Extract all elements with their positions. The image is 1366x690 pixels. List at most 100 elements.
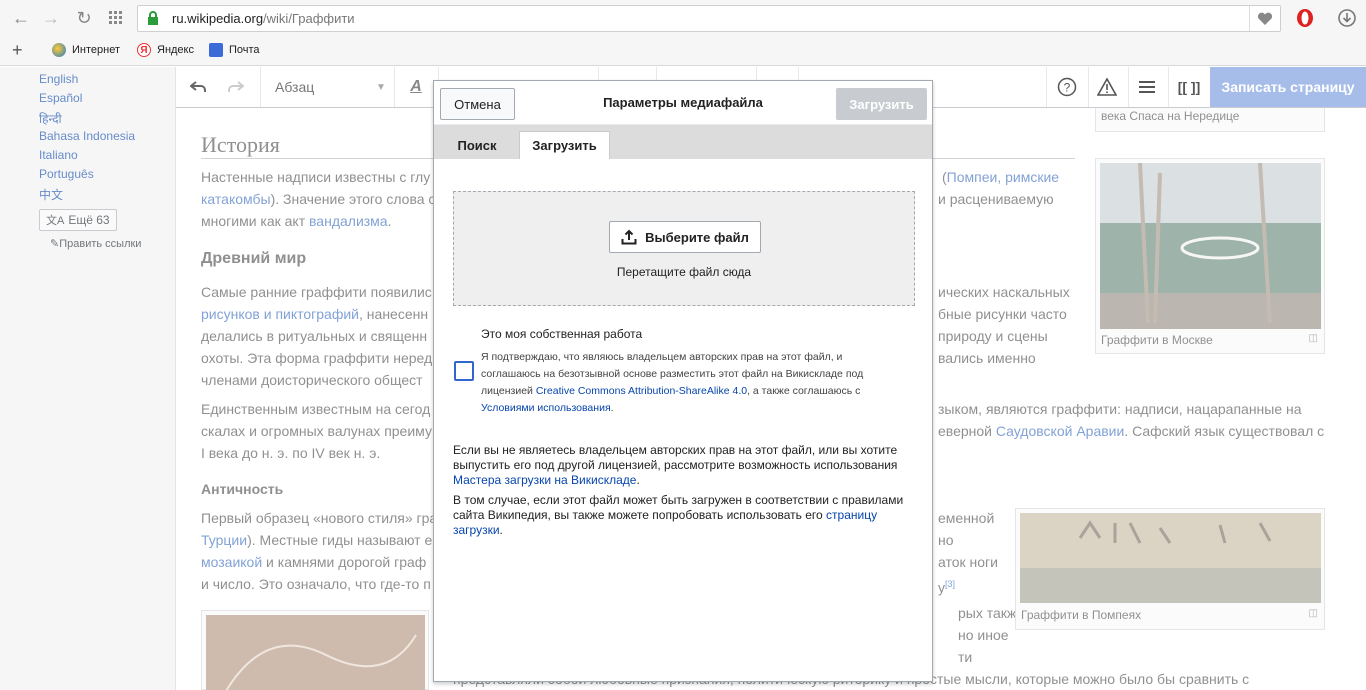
menu-icon[interactable] <box>1134 67 1160 107</box>
paragraph-line: (Помпеи, римские <box>942 169 1060 185</box>
paragraph-line: рисунков и пиктографий, нанесенн <box>201 306 429 322</box>
add-bookmark-icon[interactable]: + <box>12 40 23 61</box>
thumbnail-nereditsa: века Спаса на Нередице <box>1095 108 1325 132</box>
paragraph-line: катакомбы). Значение этого слова с <box>201 191 436 207</box>
pencil-icon: ✎ <box>50 238 60 250</box>
tab-search[interactable]: Поиск <box>444 131 510 159</box>
paragraph-line: и расцениваемую <box>938 191 1054 207</box>
warning-icon[interactable] <box>1094 67 1120 107</box>
drop-hint: Перетащите файл сюда <box>616 265 752 279</box>
paragraph-line: членами доисторического общест <box>201 372 423 388</box>
chevron-down-icon: ▼ <box>376 81 386 93</box>
terms-link[interactable]: Условиями использования <box>481 402 611 414</box>
paragraph-line: аток ноги <box>938 554 998 570</box>
paragraph-line: I века до н. э. по IV век н. э. <box>201 445 381 461</box>
bookmark-mail[interactable]: Почта <box>209 43 260 57</box>
more-languages-button[interactable]: 文A Ещё 63 <box>39 209 117 231</box>
help-icon[interactable]: ? <box>1054 67 1080 107</box>
tab-upload[interactable]: Загрузить <box>519 131 610 159</box>
paragraph-line: Самые ранние граффити появилис <box>201 284 432 300</box>
cancel-button[interactable]: Отмена <box>440 88 515 120</box>
download-icon[interactable] <box>1337 8 1357 28</box>
lang-link[interactable]: हिन्दी <box>39 110 62 127</box>
lang-link[interactable]: Bahasa Indonesia <box>39 129 135 143</box>
edit-links[interactable]: ✎Править ссылки <box>50 237 141 250</box>
section-heading: Античность <box>201 481 284 497</box>
globe-icon <box>52 43 66 57</box>
paragraph-line: Единственным известным на сегод <box>201 401 431 417</box>
license-link[interactable]: Creative Commons Attribution-ShareAlike … <box>536 385 747 397</box>
translate-icon: 文A <box>46 215 65 227</box>
info-paragraph: В том случае, если этот файл может быть … <box>453 493 904 537</box>
paragraph-line: бные рисунки часто <box>938 306 1067 322</box>
enlarge-icon[interactable]: ◫ <box>1309 333 1318 344</box>
save-page-button[interactable]: Записать страницу <box>1210 67 1366 107</box>
paragraph-line: ти <box>958 649 973 665</box>
paragraph-line: многими как акт вандализма. <box>201 213 392 229</box>
paragraph-line: Первый образец «нового стиля» гра <box>201 510 438 526</box>
enlarge-icon[interactable]: ◫ <box>1309 608 1318 619</box>
yandex-icon: Я <box>137 43 151 57</box>
apps-grid-icon[interactable] <box>104 6 128 30</box>
thumbnail-moscow[interactable]: Граффити в Москве ◫ <box>1095 158 1325 354</box>
file-dropzone[interactable]: Выберите файл Перетащите файл сюда <box>453 191 915 306</box>
paragraph-line: у[3] <box>938 579 956 596</box>
lang-link[interactable]: Português <box>39 167 94 181</box>
browser-address-row: ← → ↻ ru.wikipedia.org/wiki/Граффити <box>0 0 1366 36</box>
lang-link[interactable]: Español <box>39 91 82 105</box>
paragraph-format-dropdown[interactable]: Абзац <box>275 79 314 95</box>
graffiti-pompeii-image <box>1020 513 1321 603</box>
graffiti-moscow-image <box>1100 163 1321 329</box>
paragraph-line: но иное <box>958 627 1009 643</box>
bookmark-internet[interactable]: Интернет <box>52 43 120 57</box>
paragraph-line: еверной Саудовской Аравии. Сафский язык … <box>938 423 1325 439</box>
media-settings-dialog: Параметры медиафайла Отмена Загрузить По… <box>433 80 933 682</box>
bookmark-heart-icon[interactable] <box>1249 6 1280 31</box>
upload-wizard-link[interactable]: Мастера загрузки на Викискладе <box>453 473 636 487</box>
undo-icon[interactable] <box>184 67 212 107</box>
paragraph-line: природу и сцены <box>938 328 1048 344</box>
bookmark-yandex[interactable]: Я Яндекс <box>137 43 194 57</box>
paragraph-line: мозаикой и камнями дорогой граф <box>201 554 427 570</box>
wikitext-switch-icon[interactable]: [[ ]] <box>1174 67 1204 107</box>
address-bar[interactable]: ru.wikipedia.org/wiki/Граффити <box>137 5 1281 32</box>
upload-button[interactable]: Загрузить <box>836 88 927 120</box>
own-work-checkbox[interactable] <box>454 361 474 381</box>
paragraph-line: охоты. Эта форма граффити неред <box>201 350 433 366</box>
paragraph-line: Турции). Местные гиды называют е <box>201 532 433 548</box>
dialog-tabs: Поиск Загрузить <box>434 125 932 159</box>
thumbnail-bottom[interactable] <box>201 610 429 690</box>
mail-icon <box>209 43 223 57</box>
url-text: ru.wikipedia.org/wiki/Граффити <box>172 11 355 26</box>
reload-icon[interactable]: ↻ <box>72 6 96 30</box>
text-style-icon[interactable]: A <box>404 67 428 107</box>
back-icon[interactable]: ← <box>9 6 33 30</box>
sidebar: English Español हिन्दी Bahasa Indonesia … <box>0 67 176 690</box>
thumbnail-pompeii[interactable]: Граффити в Помпеях ◫ <box>1015 508 1325 630</box>
paragraph-line: еменной <box>938 510 995 526</box>
paragraph-line: делались в ритуальных и священн <box>201 328 428 344</box>
forward-icon[interactable]: → <box>39 6 63 30</box>
section-heading: Древний мир <box>201 250 307 267</box>
graffiti-image <box>206 615 425 690</box>
redo-icon[interactable] <box>222 67 250 107</box>
paragraph-line: скалах и огромных валунах преиму <box>201 423 432 439</box>
section-heading: История <box>201 132 280 157</box>
opera-icon[interactable] <box>1295 8 1315 28</box>
paragraph-line: Настенные надписи известны с глу <box>201 169 431 185</box>
paragraph-line: но <box>938 532 954 548</box>
lang-link[interactable]: English <box>39 72 78 86</box>
paragraph-line: ических наскальных <box>938 284 1070 300</box>
lock-icon <box>148 11 158 25</box>
lang-link[interactable]: 中文 <box>39 186 63 203</box>
info-paragraph: Если вы не являетесь владельцем авторски… <box>453 443 898 487</box>
paragraph-line: и число. Это означало, что где-то п <box>201 576 431 592</box>
lang-link[interactable]: Italiano <box>39 148 78 162</box>
bookmarks-bar: + Интернет Я Яндекс Почта <box>0 36 1366 66</box>
upload-icon <box>621 229 637 245</box>
own-work-label: Это моя собственная работа <box>481 327 643 341</box>
consent-text: Я подтверждаю, что являюсь владельцем ав… <box>481 351 864 414</box>
svg-text:?: ? <box>1064 81 1071 95</box>
paragraph-line: вались именно <box>938 350 1036 366</box>
choose-file-button[interactable]: Выберите файл <box>609 221 761 253</box>
